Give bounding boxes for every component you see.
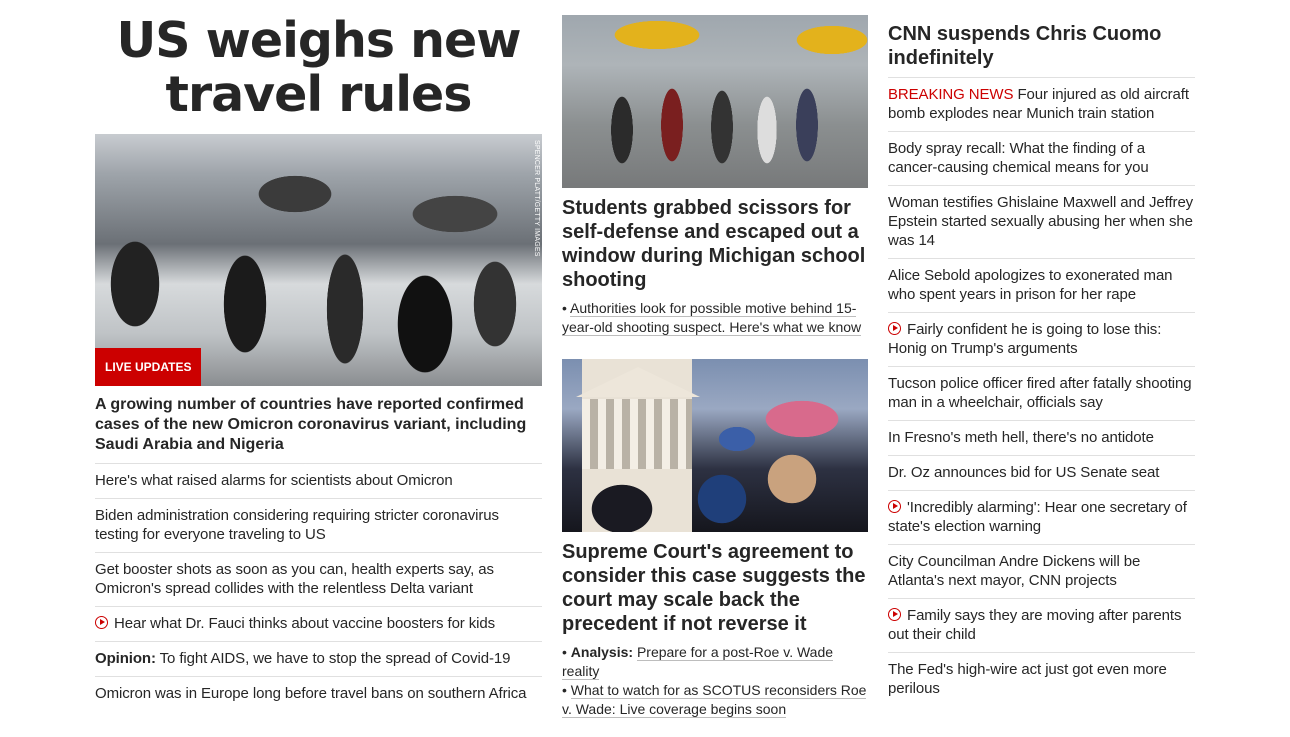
lead-story-image[interactable]: SPENCER PLATT/GETTY IMAGES LIVE UPDATES [95, 134, 542, 386]
list-item[interactable]: In Fresno's meth hell, there's no antido… [888, 420, 1195, 455]
lead-related-links: Here's what raised alarms for scientists… [95, 463, 542, 711]
link-text[interactable]: The Fed's high-wire act just got even mo… [888, 661, 1167, 697]
lead-story-description[interactable]: A growing number of countries have repor… [95, 395, 542, 455]
link-text[interactable]: Body spray recall: What the finding of a… [888, 140, 1149, 176]
list-item[interactable]: Woman testifies Ghislaine Maxwell and Je… [888, 185, 1195, 258]
link-text[interactable]: City Councilman Andre Dickens will be At… [888, 553, 1140, 589]
story-sublinks: • Authorities look for possible motive b… [562, 299, 868, 337]
link-text[interactable]: Get booster shots as soon as you can, he… [95, 561, 494, 597]
list-item[interactable]: Family says they are moving after parent… [888, 598, 1195, 652]
list-item[interactable]: Opinion: To fight AIDS, we have to stop … [95, 641, 542, 676]
list-item: • Analysis: Prepare for a post-Roe v. Wa… [562, 644, 834, 680]
list-item[interactable]: Tucson police officer fired after fatall… [888, 366, 1195, 420]
link-text[interactable]: Family says they are moving after parent… [888, 607, 1181, 643]
opinion-label: Opinion: [95, 650, 156, 667]
court-columns [582, 399, 692, 469]
list-item[interactable]: Omicron was in Europe long before travel… [95, 676, 542, 711]
link-text[interactable]: Tucson police officer fired after fatall… [888, 375, 1192, 411]
link-text[interactable]: 'Incredibly alarming': Hear one secretar… [888, 499, 1187, 535]
play-icon [888, 322, 901, 335]
live-updates-badge[interactable]: LIVE UPDATES [95, 348, 202, 386]
school-shooting-image[interactable] [562, 15, 868, 188]
list-item[interactable]: 'Incredibly alarming': Hear one secretar… [888, 490, 1195, 544]
image-credit: SPENCER PLATT/GETTY IMAGES [533, 140, 540, 257]
list-item[interactable]: City Councilman Andre Dickens will be At… [888, 544, 1195, 598]
story-sublinks: • Analysis: Prepare for a post-Roe v. Wa… [562, 643, 868, 719]
middle-column: Students grabbed scissors for self-defen… [562, 0, 868, 719]
link-text[interactable]: Dr. Oz announces bid for US Senate seat [888, 464, 1159, 481]
list-item[interactable]: Here's what raised alarms for scientists… [95, 463, 542, 498]
list-item[interactable]: Alice Sebold apologizes to exonerated ma… [888, 258, 1195, 312]
list-item[interactable]: Hear what Dr. Fauci thinks about vaccine… [95, 606, 542, 641]
play-icon [888, 608, 901, 621]
list-item: • What to watch for as SCOTUS reconsider… [562, 682, 867, 718]
list-item: • Authorities look for possible motive b… [562, 300, 862, 336]
list-item[interactable]: The Fed's high-wire act just got even mo… [888, 652, 1195, 706]
play-icon [95, 616, 108, 629]
sub-link[interactable]: Authorities look for possible motive beh… [562, 300, 862, 336]
sub-link[interactable]: What to watch for as SCOTUS reconsiders … [562, 682, 867, 718]
link-text[interactable]: Woman testifies Ghislaine Maxwell and Je… [888, 194, 1193, 249]
right-column-title[interactable]: CNN suspends Chris Cuomo indefinitely [888, 22, 1195, 70]
story-title-supreme-court[interactable]: Supreme Court's agreement to consider th… [562, 540, 868, 636]
link-text[interactable]: In Fresno's meth hell, there's no antido… [888, 429, 1154, 446]
story-title-school-shooting[interactable]: Students grabbed scissors for self-defen… [562, 196, 868, 292]
list-item[interactable]: Body spray recall: What the finding of a… [888, 131, 1195, 185]
headline-list: BREAKING NEWS Four injured as old aircra… [888, 77, 1195, 706]
breaking-news-label: BREAKING NEWS [888, 86, 1014, 103]
play-icon [888, 500, 901, 513]
link-text[interactable]: Alice Sebold apologizes to exonerated ma… [888, 267, 1173, 303]
lead-headline[interactable]: US weighs new travel rules [95, 14, 542, 122]
link-text[interactable]: To fight AIDS, we have to stop the sprea… [160, 650, 511, 667]
link-text[interactable]: Fairly confident he is going to lose thi… [888, 321, 1161, 357]
list-item[interactable]: Get booster shots as soon as you can, he… [95, 552, 542, 606]
list-item[interactable]: BREAKING NEWS Four injured as old aircra… [888, 77, 1195, 131]
analysis-label: Analysis: [570, 644, 634, 660]
right-column: CNN suspends Chris Cuomo indefinitely BR… [888, 0, 1195, 706]
supreme-court-image[interactable] [562, 359, 868, 532]
link-text[interactable]: Omicron was in Europe long before travel… [95, 685, 526, 702]
list-item[interactable]: Fairly confident he is going to lose thi… [888, 312, 1195, 366]
court-pediment [576, 367, 700, 397]
link-text[interactable]: Here's what raised alarms for scientists… [95, 472, 453, 489]
link-text[interactable]: Biden administration considering requiri… [95, 507, 499, 543]
lead-story-column: US weighs new travel rules SPENCER PLATT… [95, 0, 542, 711]
list-item[interactable]: Dr. Oz announces bid for US Senate seat [888, 455, 1195, 490]
link-text[interactable]: Hear what Dr. Fauci thinks about vaccine… [114, 615, 495, 632]
list-item[interactable]: Biden administration considering requiri… [95, 498, 542, 552]
